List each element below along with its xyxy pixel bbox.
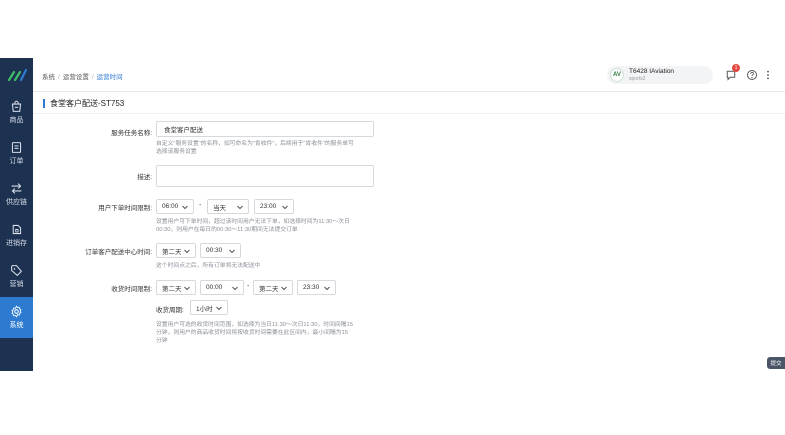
order-cutoff-end-time-value: 23:00 xyxy=(260,203,277,210)
account-subtitle: sports2 xyxy=(629,76,646,82)
sidebar-item-label: 订单 xyxy=(9,158,24,165)
more-vertical-icon[interactable] xyxy=(762,69,774,81)
receive-end-time-value: 23:30 xyxy=(303,284,320,291)
order-cutoff-start-time-value: 06:00 xyxy=(162,203,179,210)
gear-icon xyxy=(11,305,22,318)
receive-window-hint-line2: 分钟，则用户的商品收货时间将按收货时间需要在此区间内，最小间隔为15 xyxy=(156,330,348,336)
chevron-down-icon xyxy=(282,205,288,210)
floating-submit-button[interactable]: 提交 xyxy=(767,357,785,369)
breadcrumb: 系统 / 运营设置 / 运营时间 xyxy=(42,74,123,81)
delivery-start-day-select[interactable]: 第二天 xyxy=(156,243,196,258)
receive-start-day-select[interactable]: 第二天 xyxy=(156,280,196,295)
tag-icon xyxy=(11,265,23,277)
chevron-down-icon xyxy=(216,306,222,311)
description-label: 描述: xyxy=(137,174,152,181)
app-window: 商品 订单 供应链 进销存 营销 系统 系统 / 运营设置 / 运营时间 AV T64 xyxy=(0,58,785,371)
delivery-start-hint: 这个时间点之后，所有订单将无法配送中 xyxy=(156,263,261,269)
brand-logo-icon xyxy=(7,68,27,82)
inventory-icon xyxy=(12,224,22,235)
account-name: T6428 IAviation xyxy=(629,68,675,75)
account-switcher[interactable]: AV T6428 IAviation sports2 xyxy=(607,66,713,84)
sidebar-item-label: 商品 xyxy=(9,117,24,124)
order-cutoff-end-time-select[interactable]: 23:00 xyxy=(254,199,294,214)
shopping-bag-icon xyxy=(11,100,22,112)
receive-cycle-value: 1小时 xyxy=(196,305,213,313)
notification-badge: 1 xyxy=(732,64,740,72)
chevron-down-icon xyxy=(229,249,235,254)
range-separator: - xyxy=(247,283,250,290)
task-name-input[interactable]: 食堂客户配送 xyxy=(156,121,374,137)
order-cutoff-label: 用户下单时间限制: xyxy=(98,205,152,212)
delivery-start-label: 订单客户配送中心时间: xyxy=(85,249,152,256)
breadcrumb-item-system[interactable]: 系统 xyxy=(42,74,55,81)
order-cutoff-end-day-value: 当天 xyxy=(213,204,226,212)
sidebar-item-label: 供应链 xyxy=(6,199,27,206)
receive-start-day-value: 第二天 xyxy=(162,285,182,293)
sidebar-item-label: 营销 xyxy=(9,281,24,288)
brand-logo[interactable] xyxy=(0,58,33,92)
receive-window-label: 收货时间限制: xyxy=(111,286,152,293)
delivery-start-time-select[interactable]: 00:30 xyxy=(200,243,241,258)
task-name-label: 服务任务名称: xyxy=(111,130,152,137)
delivery-start-day-value: 第二天 xyxy=(162,248,182,256)
sidebar-item-orders[interactable]: 订单 xyxy=(0,133,33,174)
breadcrumb-item-current: 运营时间 xyxy=(96,74,123,81)
breadcrumb-item-ops-settings[interactable]: 运营设置 xyxy=(63,74,89,81)
top-bar: 系统 / 运营设置 / 运营时间 AV T6428 IAviation sports2 … xyxy=(33,58,785,92)
receive-end-day-select[interactable]: 第二天 xyxy=(253,280,293,295)
sidebar-item-supply-chain[interactable]: 供应链 xyxy=(0,174,33,215)
description-textarea[interactable] xyxy=(156,165,374,187)
receive-cycle-label: 收货周期: xyxy=(156,307,184,314)
order-cutoff-start-time-select[interactable]: 06:00 xyxy=(156,199,194,214)
supply-chain-arrows-icon xyxy=(11,183,22,194)
receive-start-time-value: 00:00 xyxy=(206,284,223,291)
chevron-down-icon xyxy=(281,286,287,291)
receive-start-time-select[interactable]: 00:00 xyxy=(200,280,244,295)
delivery-start-time-value: 00:30 xyxy=(206,247,223,254)
chevron-down-icon xyxy=(324,286,330,291)
sidebar: 商品 订单 供应链 进销存 营销 系统 xyxy=(0,58,33,371)
chevron-down-icon xyxy=(182,205,188,210)
range-separator: - xyxy=(199,202,202,209)
page-title: 食堂客户配送-ST753 xyxy=(43,99,124,108)
sidebar-item-label: 进销存 xyxy=(6,240,27,247)
sidebar-item-inventory[interactable]: 进销存 xyxy=(0,215,33,256)
receive-end-day-value: 第二天 xyxy=(259,285,279,293)
main-content: 食堂客户配送-ST753 服务任务名称: 食堂客户配送 自定义"服务设置"的名称… xyxy=(33,92,785,371)
account-avatar: AV xyxy=(610,68,624,82)
help-icon[interactable] xyxy=(746,69,758,81)
sidebar-item-label: 系统 xyxy=(9,322,24,329)
order-cutoff-hint-line2: 00:30，则用户在每日的00:30～11:30期间无法提交订单 xyxy=(156,227,298,233)
sidebar-item-products[interactable]: 商品 xyxy=(0,92,33,133)
chevron-down-icon xyxy=(184,249,190,254)
order-document-icon xyxy=(11,142,22,153)
sidebar-item-system[interactable]: 系统 xyxy=(0,297,33,338)
task-name-hint-line2: 选择该服务设置 xyxy=(156,149,197,155)
title-divider xyxy=(33,113,785,114)
receive-window-hint-line3: 分钟 xyxy=(156,338,168,344)
order-cutoff-end-day-select[interactable]: 当天 xyxy=(207,199,249,214)
sidebar-item-marketing[interactable]: 营销 xyxy=(0,256,33,297)
chevron-down-icon xyxy=(237,205,243,210)
chevron-down-icon xyxy=(232,286,238,291)
chevron-down-icon xyxy=(184,286,190,291)
receive-cycle-select[interactable]: 1小时 xyxy=(190,300,228,315)
receive-end-time-select[interactable]: 23:30 xyxy=(297,280,336,295)
